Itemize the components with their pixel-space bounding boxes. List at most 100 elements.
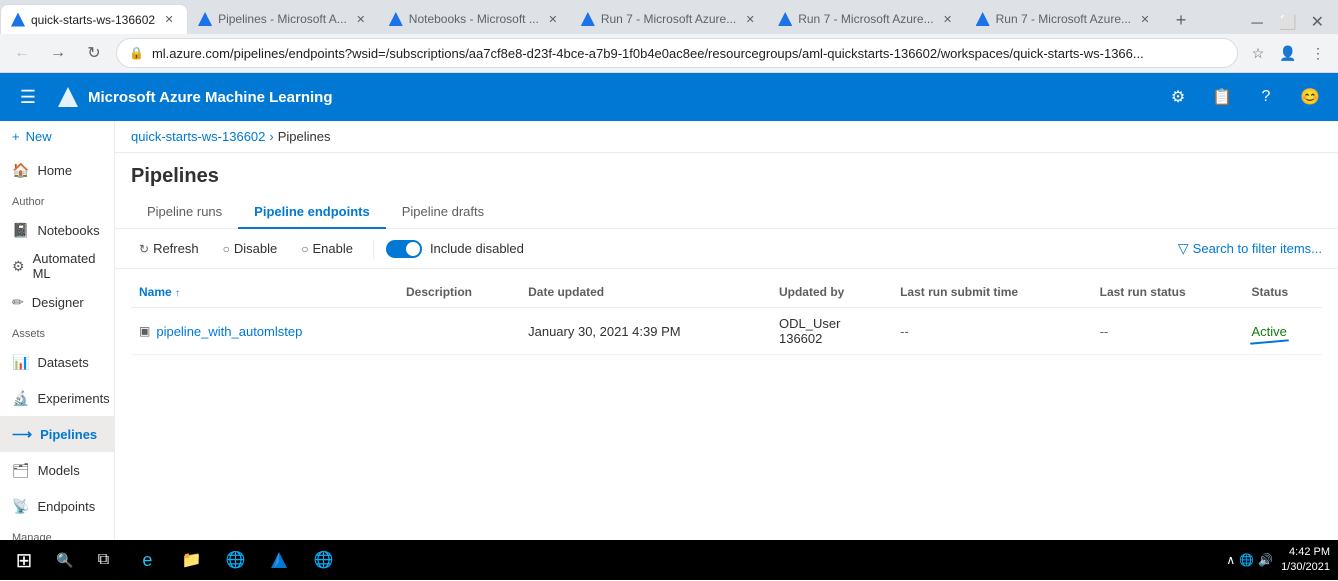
tab-favicon-5	[778, 12, 792, 26]
enable-btn[interactable]: ○ Enable	[293, 237, 361, 260]
endpoints-label: Endpoints	[37, 499, 95, 514]
tab-close-btn-3[interactable]: ✕	[545, 11, 561, 27]
breadcrumb-current: Pipelines	[278, 129, 331, 144]
disable-btn[interactable]: ○ Disable	[215, 237, 286, 260]
menu-btn[interactable]: ⋮	[1306, 41, 1330, 65]
tab-favicon-4	[581, 12, 595, 26]
sidebar-item-experiments[interactable]: 🔬 Experiments	[0, 380, 114, 416]
search-icon: 🔍	[56, 552, 73, 569]
taskbar-task-view[interactable]: ⧉	[81, 540, 125, 580]
sidebar-item-automated-ml[interactable]: ⚙ Automated ML	[0, 248, 114, 284]
forward-button[interactable]: →	[44, 39, 72, 67]
author-section-label: Author	[0, 188, 114, 212]
bookmark-btn[interactable]: ☆	[1246, 41, 1270, 65]
include-disabled-toggle-container: Include disabled	[386, 240, 524, 258]
col-description[interactable]: Description	[398, 277, 520, 308]
taskbar-chrome[interactable]: 🌐	[213, 540, 257, 580]
sidebar-item-notebooks[interactable]: 📓 Notebooks	[0, 212, 114, 248]
taskbar-search[interactable]: 🔍	[48, 552, 81, 569]
network-icon[interactable]: 🌐	[1239, 553, 1254, 567]
experiments-label: Experiments	[37, 391, 109, 406]
col-last-run-status[interactable]: Last run status	[1092, 277, 1244, 308]
col-updated-by[interactable]: Updated by	[771, 277, 892, 308]
table-header-row: Name ↑ Description Date updated Updated …	[131, 277, 1322, 308]
tab-close-btn-5[interactable]: ✕	[940, 11, 956, 27]
taskbar-azure-app[interactable]	[257, 540, 301, 580]
close-btn[interactable]: ✕	[1305, 12, 1330, 32]
tab-pipeline-drafts[interactable]: Pipeline drafts	[386, 196, 500, 229]
sidebar-item-models[interactable]: 🗂 Models	[0, 452, 114, 488]
search-filter-btn[interactable]: ▽ Search to filter items...	[1178, 240, 1322, 257]
browser-tab-5[interactable]: Run 7 - Microsoft Azure... ✕	[768, 4, 965, 34]
browser-tab-6[interactable]: Run 7 - Microsoft Azure... ✕	[966, 4, 1163, 34]
models-label: Models	[38, 463, 80, 478]
tab-close-btn-6[interactable]: ✕	[1137, 11, 1153, 27]
volume-icon[interactable]: 🔊	[1258, 553, 1273, 567]
refresh-button[interactable]: ↻	[80, 39, 108, 67]
main-content: quick-starts-ws-136602 › Pipelines Pipel…	[115, 121, 1338, 581]
notifications-btn[interactable]: 📋	[1206, 81, 1238, 113]
browser-tab-3[interactable]: Notebooks - Microsoft ... ✕	[379, 4, 571, 34]
azure-app-icon	[269, 550, 289, 570]
sidebar-item-endpoints[interactable]: 📡 Endpoints	[0, 488, 114, 524]
taskbar-file-explorer[interactable]: 📁	[169, 540, 213, 580]
new-button[interactable]: + New	[0, 121, 114, 152]
col-last-run-submit[interactable]: Last run submit time	[892, 277, 1092, 308]
sidebar-item-pipelines[interactable]: ⟶ Pipelines	[0, 416, 114, 452]
page-header: Pipelines	[115, 153, 1338, 196]
browser-tab-2[interactable]: Pipelines - Microsoft A... ✕	[188, 4, 379, 34]
browser-tab-4[interactable]: Run 7 - Microsoft Azure... ✕	[571, 4, 768, 34]
help-btn[interactable]: ?	[1250, 81, 1282, 113]
table-header: Name ↑ Description Date updated Updated …	[131, 277, 1322, 308]
assets-section-label: Assets	[0, 320, 114, 344]
sidebar-item-designer[interactable]: ✏ Designer	[0, 284, 114, 320]
designer-icon: ✏	[12, 294, 24, 311]
system-tray-icon[interactable]: ∧	[1226, 553, 1235, 567]
pipeline-link[interactable]: ▣ pipeline_with_automlstep	[139, 324, 390, 339]
disable-label: Disable	[234, 241, 277, 256]
include-disabled-toggle[interactable]	[386, 240, 422, 258]
tab-title-3: Notebooks - Microsoft ...	[409, 12, 539, 26]
refresh-btn[interactable]: ↻ Refresh	[131, 237, 207, 260]
back-button[interactable]: ←	[8, 39, 36, 67]
tab-close-btn[interactable]: ✕	[161, 12, 177, 28]
sort-asc-icon: ↑	[175, 288, 180, 299]
header-logo: Microsoft Azure Machine Learning	[56, 85, 332, 109]
toolbar-separator	[373, 239, 374, 259]
tab-close-btn-2[interactable]: ✕	[353, 11, 369, 27]
account-avatar[interactable]: 😊	[1294, 81, 1326, 113]
sidebar-item-datasets[interactable]: 📊 Datasets	[0, 344, 114, 380]
minimize-btn[interactable]: －	[1243, 10, 1271, 34]
tab-pipeline-runs[interactable]: Pipeline runs	[131, 196, 238, 229]
chrome-icon-2: 🌐	[313, 550, 333, 570]
hamburger-menu[interactable]: ☰	[12, 87, 44, 108]
plus-icon: +	[12, 129, 20, 144]
breadcrumb-workspace[interactable]: quick-starts-ws-136602	[131, 129, 265, 144]
models-icon: 🗂	[12, 462, 30, 479]
col-date-updated[interactable]: Date updated	[520, 277, 771, 308]
col-name[interactable]: Name ↑	[131, 277, 398, 308]
toggle-knob	[406, 242, 420, 256]
refresh-icon: ↻	[139, 242, 149, 256]
datasets-label: Datasets	[37, 355, 88, 370]
maximize-btn[interactable]: ⬜	[1273, 14, 1302, 31]
cell-date-updated: January 30, 2021 4:39 PM	[520, 308, 771, 355]
sidebar-item-home[interactable]: 🏠 Home	[0, 152, 114, 188]
col-status[interactable]: Status	[1244, 277, 1322, 308]
tab-pipeline-endpoints[interactable]: Pipeline endpoints	[238, 196, 386, 229]
start-button[interactable]: ⊞	[0, 548, 48, 573]
taskbar-chrome-2[interactable]: 🌐	[301, 540, 345, 580]
address-bar[interactable]: 🔒 ml.azure.com/pipelines/endpoints?wsid=…	[116, 38, 1238, 68]
taskbar: ⊞ 🔍 ⧉ e 📁 🌐 🌐 ∧ 🌐 🔊 4:42 PM	[0, 540, 1338, 580]
account-btn[interactable]: 👤	[1276, 41, 1300, 65]
endpoints-icon: 📡	[12, 498, 29, 515]
browser-tab-active[interactable]: quick-starts-ws-136602 ✕	[0, 4, 188, 34]
tab-title-5: Run 7 - Microsoft Azure...	[798, 12, 933, 26]
settings-btn[interactable]: ⚙	[1162, 81, 1194, 113]
app-header: ☰ Microsoft Azure Machine Learning ⚙ 📋 ?…	[0, 73, 1338, 121]
tab-close-btn-4[interactable]: ✕	[742, 11, 758, 27]
tab-title-6: Run 7 - Microsoft Azure...	[996, 12, 1131, 26]
header-title: Microsoft Azure Machine Learning	[88, 89, 332, 106]
taskbar-ie[interactable]: e	[125, 540, 169, 580]
new-tab-button[interactable]: +	[1167, 6, 1195, 34]
